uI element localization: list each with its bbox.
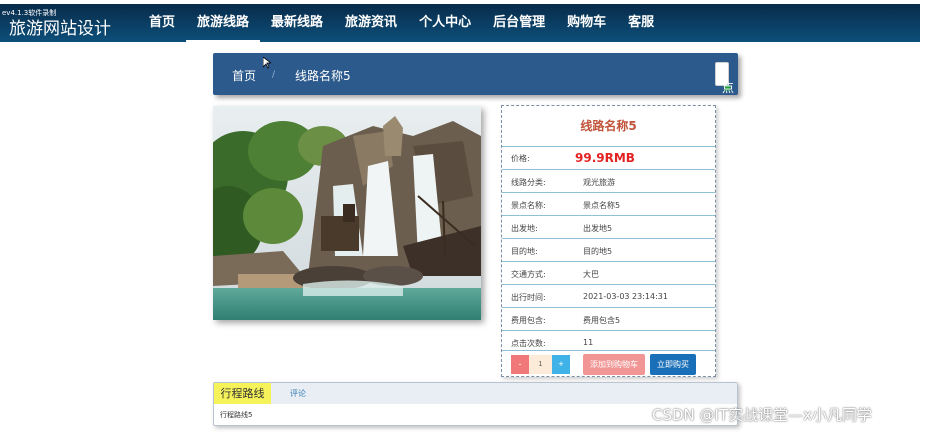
detail-value: 费用包含5	[583, 316, 621, 325]
detail-label: 景点名称:	[511, 201, 546, 210]
route-title: 线路名称5	[580, 119, 637, 133]
favorite-button[interactable]: ★ 点我收藏	[715, 62, 734, 161]
price-row: 价格: 99.9RMB	[502, 146, 715, 169]
detail-value: 出发地5	[583, 224, 613, 233]
detail-row: 交通方式: 大巴	[502, 261, 715, 284]
quantity-decrement-button[interactable]: -	[511, 355, 529, 374]
nav-item-admin[interactable]: 后台管理	[482, 4, 556, 42]
main-nav: 首页 旅游线路 最新线路 旅游资讯 个人中心 后台管理 购物车 客服	[138, 4, 665, 42]
nav-item-cart[interactable]: 购物车	[556, 4, 617, 42]
detail-row: 目的地: 目的地5	[502, 238, 715, 261]
route-details-panel: 线路名称5 价格: 99.9RMB 线路分类: 观光旅游 景点名称: 景点名称5…	[501, 105, 716, 377]
mouse-cursor-icon	[263, 57, 271, 69]
detail-value: 目的地5	[583, 247, 613, 256]
nav-item-personal-center[interactable]: 个人中心	[408, 4, 482, 42]
detail-row: 出行时间: 2021-03-03 23:14:31	[502, 284, 715, 307]
breadcrumb-separator: /	[272, 70, 276, 80]
detail-value: 大巴	[583, 270, 599, 279]
nav-item-travel-news[interactable]: 旅游资讯	[334, 4, 408, 42]
nav-item-home[interactable]: 首页	[138, 4, 186, 42]
detail-label: 出行时间:	[511, 293, 546, 302]
detail-row: 出发地: 出发地5	[502, 215, 715, 238]
watermark: CSDN @IT实战课堂—x小凡同学	[652, 406, 872, 424]
quantity-input[interactable]	[529, 355, 552, 374]
nav-item-routes[interactable]: 旅游线路	[186, 4, 261, 42]
tab-comments[interactable]: 评论	[290, 388, 306, 399]
add-to-cart-button[interactable]: 添加到购物车	[583, 354, 645, 375]
top-navbar: 旅游网站设计 首页 旅游线路 最新线路 旅游资讯 个人中心 后台管理 购物车 客…	[0, 4, 920, 42]
detail-label: 出发地:	[511, 224, 538, 233]
detail-row: 线路分类: 观光旅游	[502, 169, 715, 192]
detail-label: 点击次数:	[511, 339, 546, 348]
detail-label: 交通方式:	[511, 270, 546, 279]
quantity-increment-button[interactable]: +	[552, 355, 570, 374]
detail-value: 观光旅游	[583, 178, 615, 187]
nav-item-latest-routes[interactable]: 最新线路	[260, 4, 334, 42]
detail-row: 费用包含: 费用包含5	[502, 307, 715, 330]
price-label: 价格:	[511, 154, 530, 163]
detail-label: 线路分类:	[511, 178, 546, 187]
purchase-actions: - + 添加到购物车 立即购买	[502, 350, 715, 376]
buy-now-button[interactable]: 立即购买	[650, 354, 696, 375]
price-value: 99.9RMB	[575, 151, 635, 165]
tab-bar: 行程路线 评论	[214, 383, 737, 404]
waterfall-landscape-image	[213, 106, 481, 320]
tab-content: 行程路线5	[220, 411, 253, 419]
detail-value: 景点名称5	[583, 201, 621, 210]
favorite-button-label: 点我收藏	[722, 81, 735, 161]
route-photo	[213, 106, 481, 320]
detail-label: 费用包含:	[511, 316, 546, 325]
detail-label: 目的地:	[511, 247, 538, 256]
recorder-tag: ev4.1.3软件录制	[2, 9, 57, 17]
tab-itinerary[interactable]: 行程路线	[214, 383, 271, 404]
breadcrumb-home[interactable]: 首页	[232, 67, 256, 84]
nav-item-customer-service[interactable]: 客服	[617, 4, 665, 42]
detail-row: 景点名称: 景点名称5	[502, 192, 715, 215]
detail-value: 2021-03-03 23:14:31	[583, 292, 668, 301]
breadcrumb: 首页 / 线路名称5 ★ 点我收藏	[213, 53, 738, 161]
detail-value: 11	[583, 338, 594, 347]
breadcrumb-current: 线路名称5	[295, 69, 351, 83]
